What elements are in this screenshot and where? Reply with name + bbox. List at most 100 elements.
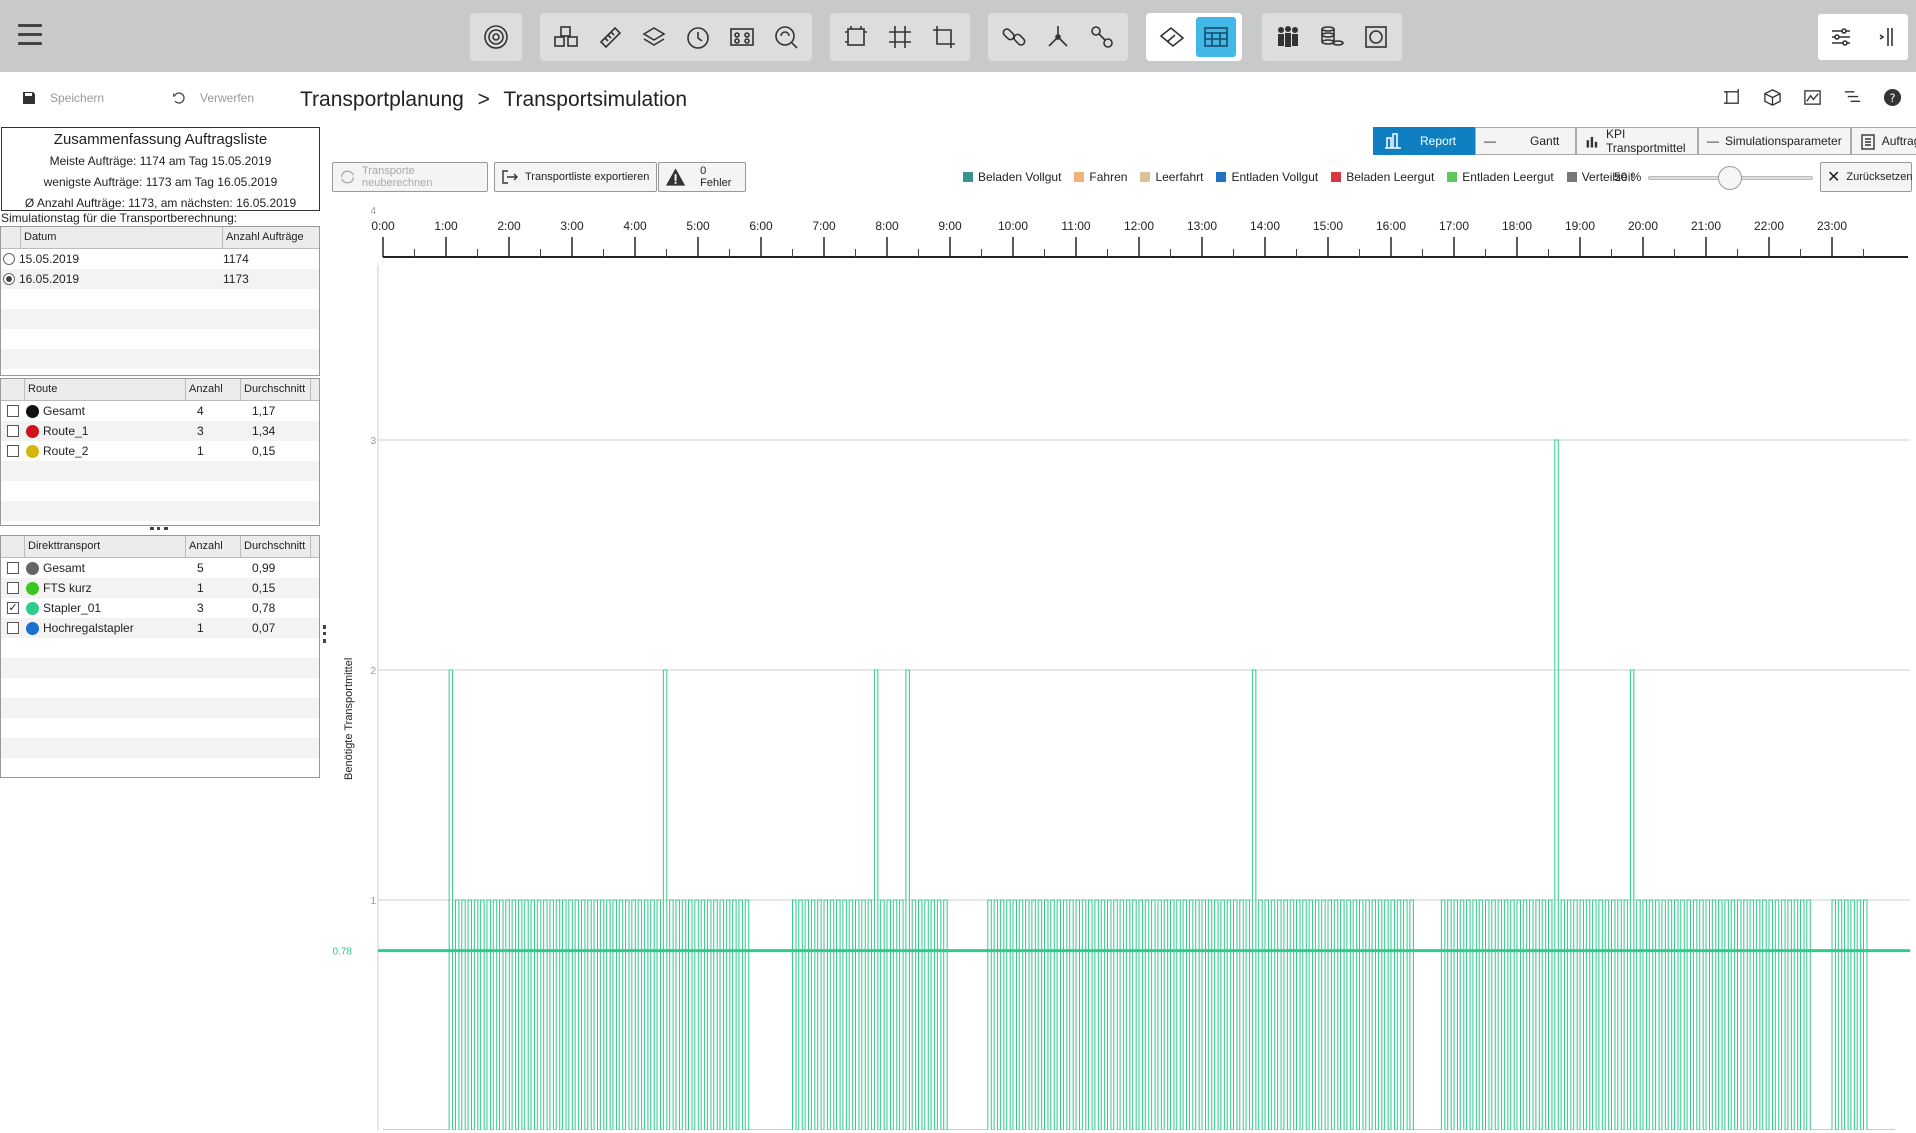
direct-name: Hochregalstapler [43, 621, 134, 635]
package-flow-icon[interactable] [546, 17, 586, 57]
direct-header-name[interactable]: Direkttransport [25, 536, 186, 557]
legend-item[interactable]: Entladen Vollgut [1216, 170, 1318, 184]
empty-row [1, 638, 319, 658]
simday-header-count[interactable]: Anzahl Aufträge [223, 227, 319, 248]
legend-swatch [1331, 172, 1342, 182]
direct-checkbox-checked[interactable]: ✓ [7, 602, 19, 614]
x-tick-label: 11:00 [1061, 219, 1090, 233]
export-transport-list-button[interactable]: Transportliste exportieren [494, 162, 657, 192]
legend-swatch [1216, 172, 1227, 182]
simday-header-date[interactable]: Datum [21, 227, 223, 248]
vertical-splitter-handle[interactable] [323, 625, 327, 643]
route-header-count[interactable]: Anzahl [186, 379, 241, 400]
legend-item[interactable]: Fahren [1074, 170, 1127, 184]
table-row[interactable]: Gesamt 5 0,99 [1, 558, 319, 578]
recalc-transports-button[interactable]: Transporte neuberechnen [332, 162, 488, 192]
crop-icon[interactable] [924, 17, 964, 57]
table-row[interactable]: Hochregalstapler 1 0,07 [1, 618, 319, 638]
list-tree-icon[interactable] [1843, 88, 1862, 107]
table-row[interactable]: Route_2 1 0,15 [1, 441, 319, 461]
direct-count: 5 [197, 561, 204, 575]
direct-transport-table: Direkttransport Anzahl Durchschnitt Gesa… [0, 535, 320, 778]
frame-view-icon[interactable] [1723, 88, 1742, 107]
layers-icon[interactable] [634, 17, 674, 57]
transport-sim-icon[interactable] [1196, 17, 1236, 57]
breadcrumb-parent[interactable]: Transportplanung [300, 88, 464, 111]
route-avg: 1,34 [252, 424, 276, 438]
route-name: Route_1 [43, 424, 89, 438]
coins-icon[interactable] [1312, 17, 1352, 57]
people-icon[interactable] [1268, 17, 1308, 57]
direct-checkbox[interactable] [7, 582, 19, 594]
svg-text:?: ? [1889, 91, 1895, 105]
report-icon [1385, 133, 1401, 149]
legend-swatch [963, 172, 973, 182]
toolbar-group-1 [470, 13, 522, 61]
panel-toggle-icon[interactable] [1874, 25, 1898, 49]
discard-button[interactable]: Verwerfen [172, 91, 254, 105]
zoom-slider-handle[interactable] [1718, 166, 1742, 190]
direct-checkbox[interactable] [7, 562, 19, 574]
forklift-icon[interactable] [1152, 17, 1192, 57]
menu-icon[interactable] [18, 24, 42, 46]
clock-icon[interactable] [678, 17, 718, 57]
toolbar-group-4 [988, 13, 1128, 61]
direct-checkbox[interactable] [7, 622, 19, 634]
search-cycle-icon[interactable] [766, 17, 806, 57]
tab-kpi[interactable]: KPI Transportmittel [1576, 127, 1698, 155]
cube-icon[interactable] [1763, 88, 1782, 107]
simday-radio[interactable] [3, 253, 15, 265]
errors-label: 0 Fehler [700, 165, 732, 189]
target-icon[interactable] [476, 17, 516, 57]
direct-header-count[interactable]: Anzahl [186, 536, 241, 557]
legend-item[interactable]: Beladen Vollgut [963, 170, 1061, 184]
cycle-icon[interactable] [1356, 17, 1396, 57]
simday-radio[interactable] [3, 273, 15, 285]
legend-swatch [1447, 172, 1458, 182]
table-row[interactable]: Route_1 3 1,34 [1, 421, 319, 441]
tab-simulation-params[interactable]: — Simulationsparameter [1697, 127, 1851, 155]
transport-chart[interactable]: 0:00 1:00 2:00 3:00 4:00 5:00 6:00 7:00 8:00 9:00… [330, 205, 1910, 1130]
tab-report[interactable]: Report [1373, 127, 1476, 155]
legend-item[interactable]: Leerfahrt [1140, 170, 1203, 184]
simday-header: Datum Anzahl Aufträge [1, 227, 319, 249]
table-row[interactable]: Gesamt 4 1,17 [1, 401, 319, 421]
save-button[interactable]: Speichern [22, 91, 104, 105]
direct-avg: 0,99 [252, 561, 276, 575]
help-icon[interactable]: ? [1883, 88, 1902, 107]
tab-order-list[interactable]: Auftragsliste [1850, 127, 1916, 155]
x-tick-label: 0:00 [371, 219, 395, 233]
x-tick-label: 9:00 [938, 219, 962, 233]
simday-header-spacer [1, 227, 21, 248]
fork-icon[interactable] [1038, 17, 1078, 57]
route-checkbox[interactable] [7, 405, 19, 417]
splitter-handle[interactable] [150, 527, 168, 533]
save-icon [23, 92, 35, 104]
breadcrumb-separator: > [477, 88, 490, 111]
settings-sliders-icon[interactable] [1829, 25, 1853, 49]
table-row[interactable]: 16.05.2019 1173 [1, 269, 319, 289]
ruler-icon[interactable] [590, 17, 630, 57]
chart-grid [378, 439, 1910, 901]
chain-icon[interactable] [1082, 17, 1122, 57]
table-row[interactable]: ✓ Stapler_01 3 0,78 [1, 598, 319, 618]
table-row[interactable]: 15.05.2019 1174 [1, 249, 319, 269]
direct-header-avg[interactable]: Durchschnitt [241, 536, 311, 557]
grid-icon[interactable] [880, 17, 920, 57]
chart-view-icon[interactable] [1803, 88, 1822, 107]
legend-label: Beladen Vollgut [978, 170, 1062, 184]
reset-button[interactable]: ✕ Zurücksetzen [1820, 162, 1912, 192]
route-checkbox[interactable] [7, 445, 19, 457]
route-checkbox[interactable] [7, 425, 19, 437]
legend-item[interactable]: Entladen Leergut [1447, 170, 1554, 184]
simday-count: 1174 [223, 252, 249, 266]
legend-item[interactable]: Beladen Leergut [1331, 170, 1434, 184]
tab-gantt[interactable]: — Gantt [1475, 127, 1577, 155]
grid-dots-icon[interactable] [722, 17, 762, 57]
frame-icon[interactable] [836, 17, 876, 57]
route-header-name[interactable]: Route [25, 379, 186, 400]
table-row[interactable]: FTS kurz 1 0,15 [1, 578, 319, 598]
link-icon[interactable] [994, 17, 1034, 57]
errors-button[interactable]: 0 Fehler [658, 162, 746, 192]
route-header-avg[interactable]: Durchschnitt [241, 379, 311, 400]
